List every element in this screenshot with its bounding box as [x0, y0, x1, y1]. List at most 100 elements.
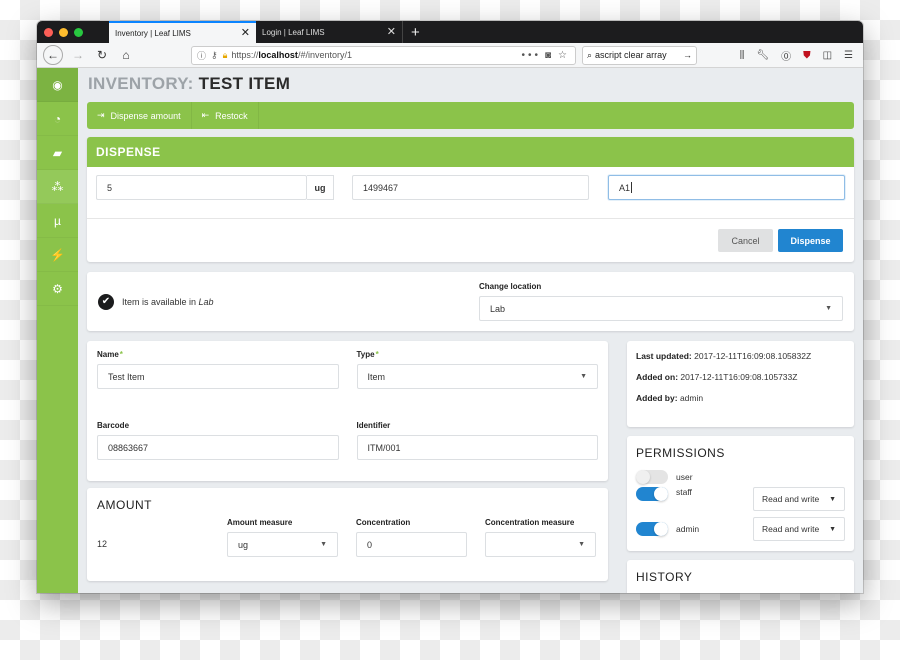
barcode-input[interactable]: 08863667: [97, 435, 339, 460]
amount-measure-select[interactable]: ug ▼: [227, 532, 338, 557]
search-icon: ⌕: [587, 49, 593, 60]
sidebar-item-plugins[interactable]: ⚡: [37, 238, 78, 272]
amount-title: AMOUNT: [97, 498, 152, 512]
restock-label: Restock: [215, 110, 248, 121]
type-select[interactable]: Item ▼: [356, 364, 598, 389]
tab-label: Inventory | Leaf LIMS: [115, 28, 191, 38]
barcode-label: Barcode: [97, 421, 130, 430]
search-input[interactable]: ascript clear array: [595, 50, 680, 60]
permissions-panel: PERMISSIONS user staff Read and write ▼: [627, 436, 854, 551]
concentration-input[interactable]: 0: [356, 532, 467, 557]
dispense-amount-input[interactable]: 5: [96, 175, 307, 200]
page-actions-icon[interactable]: •••: [521, 50, 541, 61]
permission-level-value: Read and write: [762, 494, 820, 504]
location-input[interactable]: A1: [608, 175, 845, 200]
close-tab-icon[interactable]: ✕: [387, 26, 396, 38]
sidebar-toggle-icon[interactable]: ◫: [823, 50, 832, 61]
sidebar-item-measures[interactable]: µ: [37, 204, 78, 238]
identifier-input[interactable]: ITM/001: [356, 435, 598, 460]
sidebar-item-settings[interactable]: ⚙: [37, 272, 78, 306]
url-host: localhost: [258, 50, 298, 60]
check-circle-icon: ✔: [98, 293, 114, 310]
toolbar-icons: ⫼ 🔧︎ ⓪ ⛊ ◫ ☰: [740, 48, 857, 63]
last-updated: Last updated: 2017-12-11T16:09:08.105832…: [636, 351, 845, 361]
admin-permission-toggle[interactable]: [636, 522, 668, 536]
maximize-window-button[interactable]: [74, 27, 83, 37]
amount-measure-field: Amount measure ug ▼: [227, 518, 338, 557]
item-details-panel: Name* Test Item Type* Item ▼ Barcode 088…: [87, 341, 608, 481]
availability-text: Item is available in Lab: [122, 297, 214, 307]
dispense-amount-button[interactable]: ⇥ Dispense amount: [87, 102, 192, 129]
sign-in-icon: ⇤: [201, 110, 210, 120]
warning-lock-icon: 🔒︎: [222, 49, 228, 60]
sidebar-item-notebook[interactable]: ▰: [37, 136, 78, 170]
forward-button[interactable]: →: [69, 48, 87, 62]
address-bar[interactable]: ⓘ ⚷ 🔒︎ https://localhost/#/inventory/1 •…: [191, 45, 576, 65]
arrow-left-icon: ←: [47, 48, 59, 62]
restock-button[interactable]: ⇤ Restock: [192, 102, 259, 129]
admin-permission-level-select[interactable]: Read and write ▼: [753, 517, 845, 541]
task-input[interactable]: 1499467: [352, 175, 589, 200]
dropdown-caret-icon: ▼: [829, 495, 836, 503]
sidebar-item-profile[interactable]: ◉: [37, 68, 78, 102]
cogs-icon: ⚙: [52, 281, 63, 296]
cancel-button[interactable]: Cancel: [718, 229, 773, 252]
password-manager-icon[interactable]: ⓪: [781, 48, 791, 63]
close-tab-icon[interactable]: ✕: [241, 27, 250, 39]
name-label: Name*: [97, 350, 339, 359]
staff-permission-level-select[interactable]: Read and write ▼: [753, 487, 845, 511]
type-value: Item: [367, 371, 386, 382]
concentration-measure-select[interactable]: ▼: [485, 532, 596, 557]
added-on-label: Added on:: [636, 372, 679, 382]
concentration-label: Concentration: [356, 518, 411, 527]
metadata-panel: Last updated: 2017-12-11T16:09:08.105832…: [627, 341, 854, 427]
arrow-right-icon[interactable]: →: [683, 50, 692, 60]
search-bar[interactable]: ⌕ ascript clear array →: [582, 45, 697, 65]
permission-row-staff: staff Read and write ▼: [636, 487, 845, 515]
sidebar-item-dashboard[interactable]: ◔: [37, 102, 78, 136]
barcode-field: Barcode 08863667: [97, 421, 339, 460]
permission-row-admin: admin Read and write ▼: [636, 515, 845, 543]
dispense-panel-title: DISPENSE: [87, 137, 854, 167]
concentration-measure-field: Concentration measure ▼: [485, 518, 596, 557]
added-by-value: admin: [679, 393, 704, 403]
close-window-button[interactable]: [44, 27, 53, 37]
library-icon[interactable]: ⫼: [740, 50, 745, 61]
dispense-amount-label: Dispense amount: [110, 110, 181, 121]
permission-level-value: Read and write: [762, 524, 820, 534]
dispense-submit-button[interactable]: Dispense: [778, 229, 843, 252]
bookmark-star-icon[interactable]: ☆: [558, 50, 570, 61]
browser-tab-login[interactable]: Login | Leaf LIMS ✕: [256, 21, 403, 43]
key-icon: ⚷: [211, 49, 219, 60]
hamburger-menu-icon[interactable]: ☰: [844, 50, 853, 61]
reload-button[interactable]: ↻: [93, 48, 111, 62]
permission-group-label: user: [676, 471, 693, 482]
user-permission-toggle[interactable]: [636, 469, 668, 484]
plus-icon[interactable]: +: [403, 21, 428, 43]
permission-group-label: admin: [676, 524, 700, 534]
pocket-icon[interactable]: ◙: [545, 50, 554, 61]
wrench-icon[interactable]: 🔧︎: [756, 50, 769, 61]
info-icon[interactable]: ⓘ: [197, 49, 207, 62]
home-button[interactable]: ⌂: [117, 48, 135, 62]
name-input[interactable]: Test Item: [97, 364, 339, 389]
availability-location: Lab: [198, 296, 214, 307]
url-prefix: https://: [231, 50, 259, 60]
cubes-icon: ⁂: [51, 179, 64, 194]
sidebar-item-inventory[interactable]: ⁂: [37, 170, 78, 204]
page-title-item: TEST ITEM: [198, 74, 291, 93]
staff-permission-toggle[interactable]: [636, 487, 668, 501]
added-by: Added by: admin: [636, 393, 845, 403]
url-text[interactable]: https://localhost/#/inventory/1: [231, 50, 517, 60]
minimize-window-button[interactable]: [59, 27, 68, 37]
added-by-label: Added by:: [636, 393, 678, 403]
ublock-shield-icon[interactable]: ⛊: [803, 50, 811, 61]
history-panel: HISTORY: [627, 560, 854, 593]
dropdown-caret-icon: ▼: [578, 541, 585, 548]
last-updated-label: Last updated:: [636, 351, 692, 361]
browser-tab-inventory[interactable]: Inventory | Leaf LIMS ✕: [109, 21, 256, 43]
added-on: Added on: 2017-12-11T16:09:08.105733Z: [636, 372, 845, 382]
back-button[interactable]: ←: [43, 45, 63, 65]
change-location-select[interactable]: Lab ▼: [479, 296, 843, 321]
page-title: INVENTORY: TEST ITEM: [87, 68, 854, 102]
